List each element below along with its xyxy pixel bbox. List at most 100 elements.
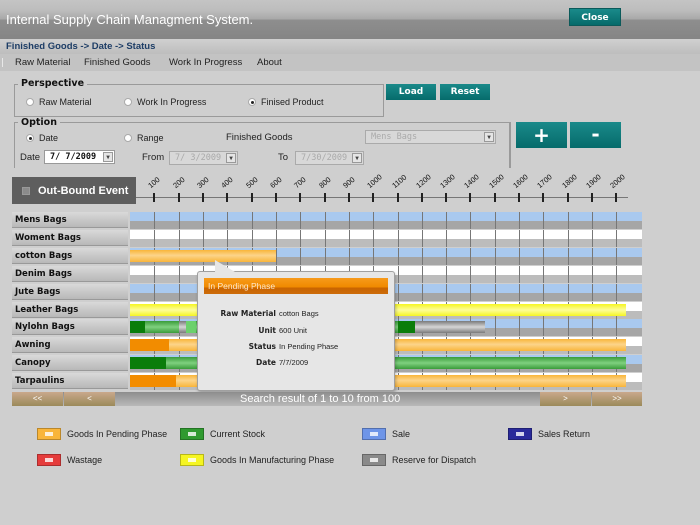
- row-label[interactable]: Tarpaulins: [12, 373, 128, 390]
- gridline: [494, 319, 496, 337]
- row-label[interactable]: Canopy: [12, 355, 128, 372]
- to-label: To: [278, 152, 289, 163]
- legend-swatch: [37, 428, 61, 440]
- legend-swatch-highlight: [188, 458, 196, 462]
- event-bar-stock-dark[interactable]: [397, 321, 415, 334]
- radio-dot: [124, 134, 132, 142]
- gridline: [567, 265, 569, 283]
- row-label[interactable]: Woment Bags: [12, 229, 128, 246]
- axis-tick-label: 1100: [389, 172, 408, 190]
- radio-work-in-progress[interactable]: Work In Progress: [124, 97, 206, 107]
- gridline: [421, 229, 423, 247]
- load-button[interactable]: Load: [386, 84, 436, 100]
- radio-date[interactable]: Date: [26, 133, 58, 143]
- gridline: [397, 229, 399, 247]
- event-bar-stock[interactable]: [144, 321, 179, 334]
- gridline: [592, 229, 594, 247]
- tooltip-header: In Pending Phase: [204, 278, 388, 294]
- gridline: [227, 212, 229, 229]
- axis-tick: [493, 193, 496, 202]
- row-label[interactable]: Awning: [12, 337, 128, 354]
- menu-item-about[interactable]: About: [257, 57, 282, 68]
- legend-item: Reserve for Dispatch: [362, 454, 476, 466]
- row-track[interactable]: [130, 212, 642, 229]
- legend-item: Current Stock: [180, 428, 265, 440]
- tooltip-value: 600 Unit: [279, 326, 307, 335]
- gridline: [251, 212, 253, 229]
- finished-goods-select[interactable]: Mens Bags ▼: [365, 130, 496, 144]
- axis-tick: [445, 193, 448, 202]
- menu-item-finished-goods[interactable]: Finished Goods: [84, 57, 151, 68]
- gridline: [519, 247, 521, 265]
- event-bar-pending-dark[interactable]: [130, 375, 177, 388]
- chevron-down-icon: ▼: [352, 153, 362, 163]
- menu-item-work-in-progress[interactable]: Work In Progress: [169, 57, 242, 68]
- event-bar-pending-dark[interactable]: [130, 339, 169, 352]
- gridline: [275, 229, 277, 247]
- row-label[interactable]: Leather Bags: [12, 301, 128, 318]
- first-page-button[interactable]: <<: [12, 392, 63, 406]
- radio-range[interactable]: Range: [124, 133, 164, 143]
- axis-tick-label: 200: [170, 175, 187, 190]
- radio-finished-product[interactable]: Finised Product: [248, 97, 324, 107]
- last-page-button[interactable]: >>: [592, 392, 642, 406]
- from-date-picker[interactable]: 7/ 3/2009 ▼: [169, 151, 238, 165]
- chevron-down-icon[interactable]: ▼: [103, 152, 113, 162]
- axis-tick-label: 800: [316, 175, 333, 190]
- outbound-event-checkbox[interactable]: [22, 186, 30, 195]
- gridline: [592, 319, 594, 337]
- radio-raw-material[interactable]: Raw Material: [26, 97, 92, 107]
- legend-label: Wastage: [67, 455, 103, 465]
- timeline-row: Mens Bags: [12, 212, 642, 229]
- prev-page-button[interactable]: <: [64, 392, 115, 406]
- close-button[interactable]: Close: [569, 8, 621, 26]
- axis-tick-label: 1200: [414, 172, 433, 190]
- event-bar-stock-dark[interactable]: [130, 357, 167, 370]
- gridline: [567, 247, 569, 265]
- reset-button[interactable]: Reset: [440, 84, 490, 100]
- zoom-in-button[interactable]: +: [516, 122, 567, 148]
- to-date-picker[interactable]: 7/30/2009 ▼: [295, 151, 364, 165]
- gridline: [421, 212, 423, 229]
- row-label[interactable]: Nylohn Bags: [12, 319, 128, 336]
- radio-dot: [26, 98, 34, 106]
- gridline: [324, 212, 326, 229]
- event-bar-pending[interactable]: [130, 249, 276, 262]
- gridline: [202, 212, 204, 229]
- gridline: [519, 212, 521, 229]
- event-bar-stock-light[interactable]: [185, 321, 196, 334]
- row-track[interactable]: [130, 229, 642, 247]
- outbound-event-header: Out-Bound Event: [12, 177, 136, 204]
- event-bar-stock-dark[interactable]: [130, 321, 145, 334]
- row-label[interactable]: Jute Bags: [12, 283, 128, 300]
- zoom-divider: [510, 122, 511, 168]
- date-picker[interactable]: 7/ 7/2009 ▼: [44, 150, 115, 164]
- gridline: [446, 212, 448, 229]
- menu-bar: Raw Material Finished Goods Work In Prog…: [0, 54, 700, 71]
- gridline: [592, 212, 594, 229]
- gridline: [154, 229, 156, 247]
- gridline: [519, 265, 521, 283]
- axis-tick: [274, 193, 277, 202]
- gridline: [470, 212, 472, 229]
- axis-tick-label: 100: [146, 175, 162, 190]
- menu-item-raw-material[interactable]: Raw Material: [15, 57, 70, 68]
- gridline: [373, 212, 375, 229]
- row-label[interactable]: Denim Bags: [12, 265, 128, 282]
- legend-label: Sales Return: [538, 429, 591, 439]
- legend-swatch-highlight: [45, 458, 53, 462]
- row-label[interactable]: cotton Bags: [12, 247, 128, 264]
- event-bar-reserve[interactable]: [414, 321, 486, 334]
- search-result-text: Search result of 1 to 10 from 100: [240, 393, 401, 405]
- from-date-value: 7/ 3/2009: [175, 153, 222, 163]
- gridline: [494, 247, 496, 265]
- row-label[interactable]: Mens Bags: [12, 212, 128, 228]
- axis-tick-label: 600: [268, 175, 284, 190]
- zoom-out-button[interactable]: -: [570, 122, 621, 148]
- gridline: [348, 247, 350, 265]
- gridline: [567, 283, 569, 301]
- gridline: [446, 247, 448, 265]
- event-bar-reserve[interactable]: [178, 321, 186, 334]
- next-page-button[interactable]: >: [540, 392, 591, 406]
- axis-tick: [347, 193, 350, 202]
